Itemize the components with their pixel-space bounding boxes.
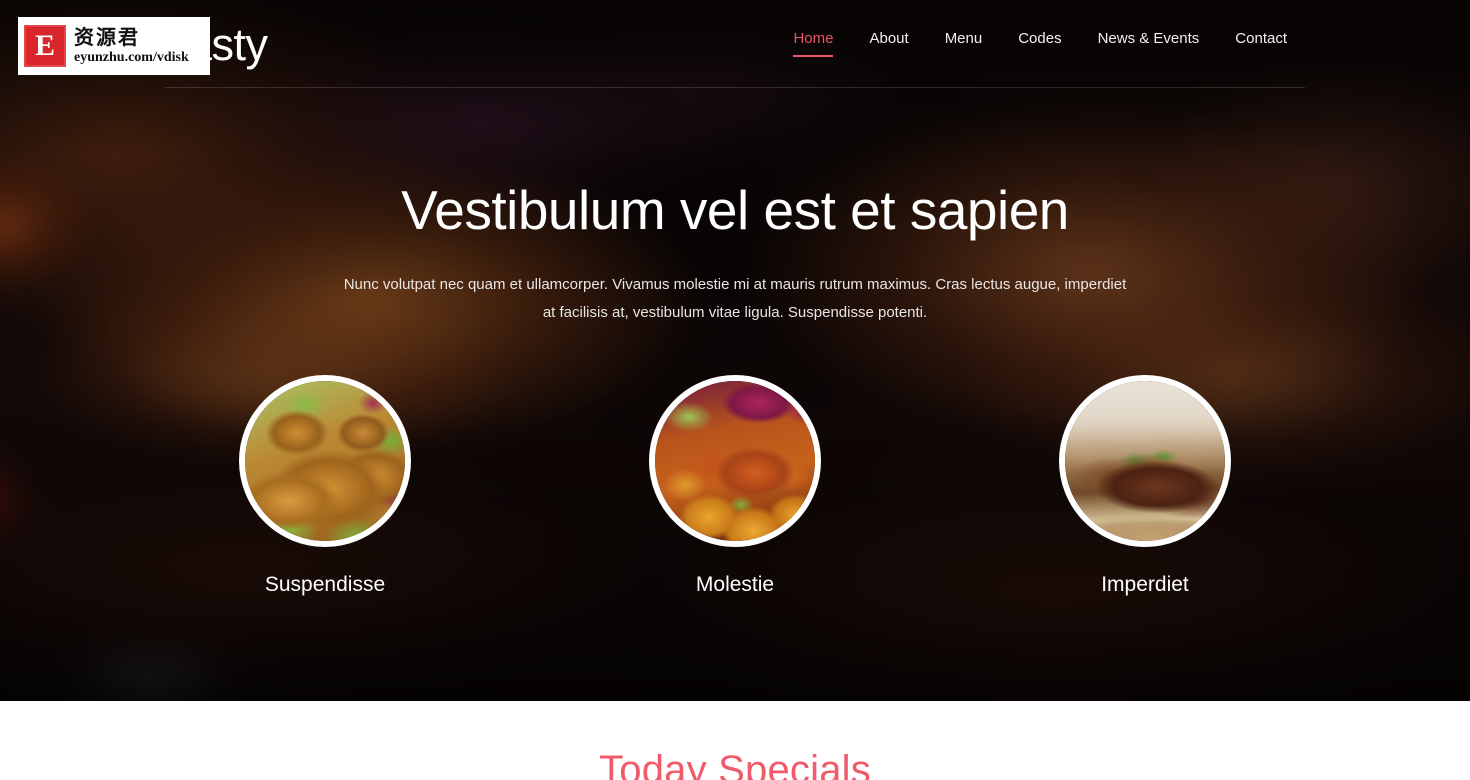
feature-label: Molestie	[695, 573, 775, 597]
nav-item-contact[interactable]: Contact	[1217, 21, 1305, 68]
today-specials-title: Today Specials	[599, 748, 871, 780]
feature-list: Suspendisse Molestie Imperdiet	[165, 375, 1305, 595]
feature-image-circle[interactable]	[239, 375, 411, 548]
nav-item-home[interactable]: Home	[775, 21, 851, 68]
hero-title: Vestibulum vel est et sapien	[401, 179, 1069, 241]
hero-section: Tasty Home About Menu Codes News & Event…	[0, 0, 1470, 701]
feature-label: Imperdiet	[1101, 573, 1189, 597]
nav-item-menu[interactable]: Menu	[927, 21, 1001, 68]
grilled-chicken-board-photo	[1065, 381, 1225, 542]
hero-content: Vestibulum vel est et sapien Nunc volutp…	[0, 0, 1470, 701]
fried-chicken-salad-photo	[245, 381, 405, 542]
nav-item-news-events[interactable]: News & Events	[1080, 21, 1218, 68]
feature-image-circle[interactable]	[1059, 375, 1231, 548]
site-header: Tasty Home About Menu Codes News & Event…	[0, 0, 1470, 88]
feature-item-suspendisse[interactable]: Suspendisse	[165, 375, 485, 595]
today-specials-section: Today Specials	[0, 701, 1470, 780]
watermark-logo-icon: E	[24, 25, 66, 67]
spicy-braised-chicken-potatoes-photo	[655, 381, 815, 542]
feature-label: Suspendisse	[264, 573, 386, 597]
watermark-overlay: E 资源君 eyunzhu.com/vdisk	[18, 17, 210, 75]
feature-item-molestie[interactable]: Molestie	[575, 375, 895, 595]
feature-item-imperdiet[interactable]: Imperdiet	[985, 375, 1305, 595]
main-navigation: Home About Menu Codes News & Events Cont…	[775, 21, 1305, 68]
nav-item-codes[interactable]: Codes	[1000, 21, 1079, 68]
watermark-url: eyunzhu.com/vdisk	[74, 49, 189, 65]
feature-image-circle[interactable]	[649, 375, 821, 548]
nav-item-about[interactable]: About	[851, 21, 926, 68]
hero-subtitle: Nunc volutpat nec quam et ullamcorper. V…	[343, 275, 1127, 322]
watermark-chinese-text: 资源君	[74, 25, 140, 49]
watermark-text-block: 资源君 eyunzhu.com/vdisk	[74, 25, 189, 65]
watermark-badge-letter: E	[34, 29, 55, 62]
